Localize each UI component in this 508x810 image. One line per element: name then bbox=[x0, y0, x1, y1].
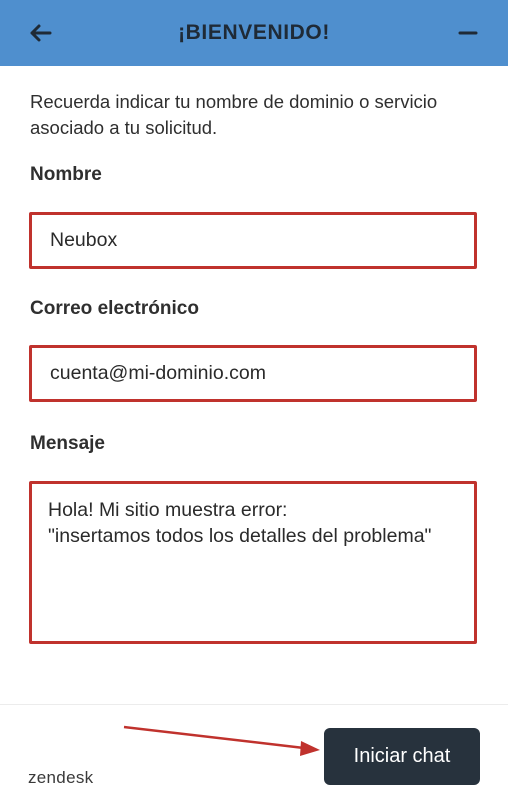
footer-divider bbox=[0, 704, 508, 705]
email-label: Correo electrónico bbox=[30, 298, 199, 319]
chat-widget: ¡BIENVENIDO! Recuerda indicar tu nombre … bbox=[0, 0, 508, 810]
email-input[interactable] bbox=[29, 345, 477, 402]
message-textarea[interactable]: Hola! Mi sitio muestra error: "insertamo… bbox=[29, 481, 477, 644]
message-label: Mensaje bbox=[30, 433, 105, 454]
start-chat-button[interactable]: Iniciar chat bbox=[324, 728, 480, 785]
name-input[interactable] bbox=[29, 212, 477, 269]
widget-header: ¡BIENVENIDO! bbox=[0, 0, 508, 66]
minimize-icon[interactable] bbox=[452, 17, 484, 49]
name-label: Nombre bbox=[30, 164, 102, 185]
zendesk-brand[interactable]: zendesk bbox=[28, 768, 93, 788]
intro-text: Recuerda indicar tu nombre de dominio o … bbox=[30, 91, 438, 138]
header-title: ¡BIENVENIDO! bbox=[178, 21, 330, 44]
